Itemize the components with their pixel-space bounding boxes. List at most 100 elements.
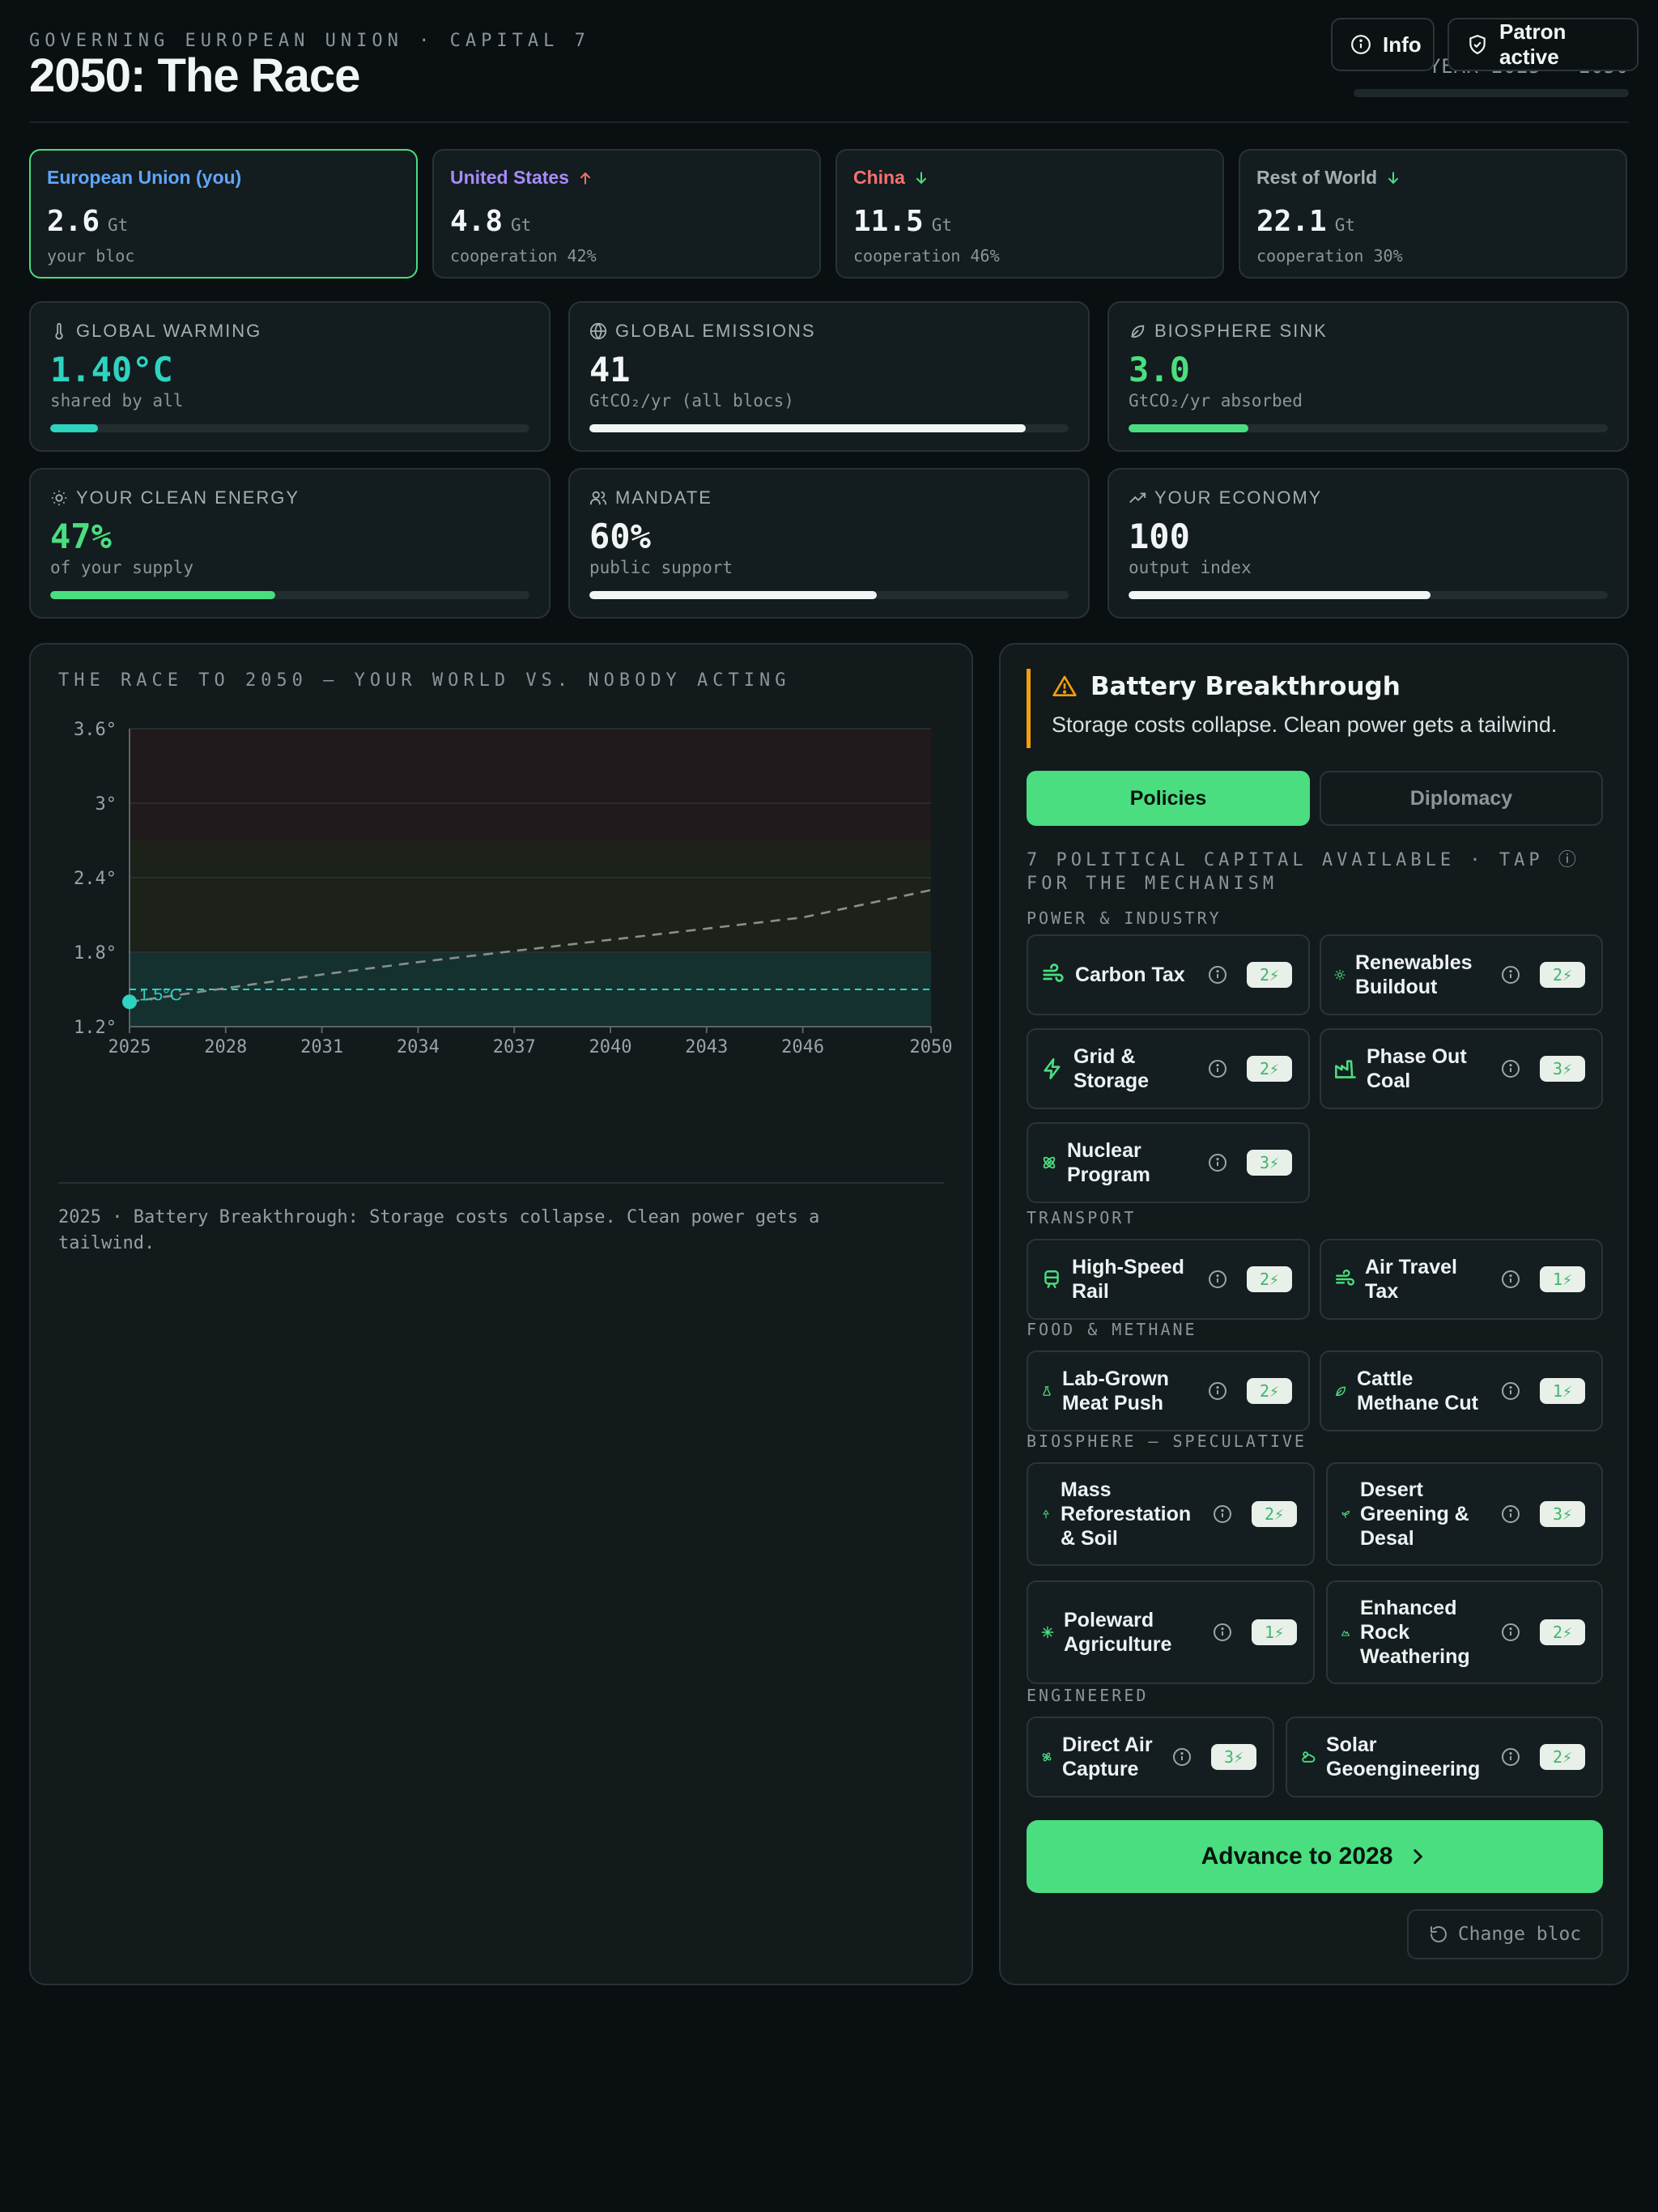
tab-diplomacy[interactable]: Diplomacy	[1320, 771, 1603, 826]
policy-cost-badge: 1⚡	[1540, 1266, 1585, 1292]
stat-caption: of your supply	[50, 558, 194, 577]
stat-progress-fill	[1129, 591, 1431, 599]
policy-cost-badge: 2⚡	[1252, 1501, 1297, 1527]
change-bloc-label: Change bloc	[1457, 1924, 1582, 1945]
policy-card-renewables[interactable]: Renewables Buildout 2⚡	[1320, 934, 1603, 1015]
stat-progress-fill	[589, 591, 878, 599]
bloc-card-us[interactable]: United States 4.8 Gt cooperation 42%	[432, 149, 821, 279]
section-transport: TRANSPORT	[1027, 1208, 1137, 1227]
policy-name: Solar Geoengineering	[1326, 1733, 1481, 1780]
info-icon[interactable]	[1208, 1381, 1227, 1401]
info-icon[interactable]	[1501, 965, 1520, 985]
policy-name: Carbon Tax	[1075, 963, 1185, 986]
train-icon	[1041, 1269, 1062, 1290]
policy-panel: Battery Breakthrough Storage costs colla…	[999, 643, 1629, 1985]
policy-card-dac[interactable]: Direct Air Capture 3⚡	[1027, 1716, 1274, 1797]
policy-card-grid[interactable]: Grid & Storage 2⚡	[1027, 1028, 1310, 1109]
y-tick-label: 3.6°	[74, 720, 117, 740]
info-icon[interactable]	[1501, 1059, 1520, 1078]
policy-cost-badge: 2⚡	[1247, 1056, 1292, 1082]
thermometer-icon	[50, 322, 68, 340]
policy-cost-badge: 3⚡	[1247, 1150, 1292, 1176]
stat-label: MANDATE	[615, 487, 712, 508]
policy-cost-badge: 2⚡	[1540, 1619, 1585, 1645]
info-icon[interactable]	[1172, 1747, 1192, 1767]
tab-policies[interactable]: Policies	[1027, 771, 1310, 826]
chevron-right-icon	[1407, 1846, 1428, 1867]
cloud-sun-icon	[1300, 1749, 1316, 1765]
stat-value: 41	[589, 350, 631, 389]
policy-cost-badge: 1⚡	[1252, 1619, 1297, 1645]
header-divider	[29, 121, 1629, 123]
policy-cost-badge: 2⚡	[1540, 1744, 1585, 1770]
factory-icon	[1334, 1057, 1357, 1080]
stat-biosphere-sink: BIOSPHERE SINK 3.0 GtCO₂/yr absorbed	[1107, 301, 1629, 452]
info-button[interactable]: Info	[1331, 18, 1435, 71]
advance-button[interactable]: Advance to 2028	[1027, 1820, 1603, 1893]
current-temperature-marker	[122, 994, 137, 1010]
info-icon[interactable]	[1501, 1747, 1520, 1767]
policy-card-poleward[interactable]: Poleward Agriculture 1⚡	[1027, 1580, 1315, 1684]
threshold-label: 1.5°C	[139, 985, 182, 1004]
stat-progress-fill	[589, 424, 1026, 432]
info-icon[interactable]	[1213, 1623, 1232, 1642]
info-icon[interactable]	[1213, 1504, 1232, 1524]
info-icon[interactable]	[1208, 965, 1227, 985]
capital-note: 7 POLITICAL CAPITAL AVAILABLE · TAP ⓘ FO…	[1027, 850, 1580, 894]
stat-progress-bar	[1129, 424, 1608, 432]
info-icon[interactable]	[1501, 1270, 1520, 1289]
x-tick-label: 2037	[493, 1037, 536, 1057]
policy-card-rock[interactable]: Enhanced Rock Weathering 2⚡	[1326, 1580, 1603, 1684]
policy-name: Lab-Grown Meat Push	[1062, 1368, 1169, 1414]
policy-card-nuclear[interactable]: Nuclear Program 3⚡	[1027, 1122, 1310, 1203]
stat-label: GLOBAL WARMING	[76, 321, 262, 341]
info-icon[interactable]	[1208, 1153, 1227, 1172]
bloc-sub: cooperation 42%	[450, 246, 597, 266]
info-icon[interactable]	[1501, 1381, 1520, 1401]
y-tick-label: 3°	[96, 794, 117, 815]
x-tick-label: 2050	[910, 1037, 953, 1057]
policy-card-coal[interactable]: Phase Out Coal 3⚡	[1320, 1028, 1603, 1109]
bloc-emissions: 22.1 Gt	[1256, 205, 1355, 238]
atom-icon	[1041, 1155, 1057, 1171]
policy-card-reforest[interactable]: Mass Reforestation & Soil 2⚡	[1027, 1462, 1315, 1566]
bloc-emissions: 11.5 Gt	[853, 205, 952, 238]
stat-progress-fill	[50, 591, 276, 599]
policy-cost-badge: 3⚡	[1540, 1501, 1585, 1527]
policy-card-rail[interactable]: High-Speed Rail 2⚡	[1027, 1239, 1310, 1320]
stat-caption: shared by all	[50, 391, 184, 410]
bolt-icon	[1041, 1057, 1064, 1080]
policy-cost-badge: 2⚡	[1247, 962, 1292, 988]
bloc-card-rest-of-world[interactable]: Rest of World 22.1 Gt cooperation 30%	[1239, 149, 1627, 279]
change-bloc-button[interactable]: Change bloc	[1407, 1909, 1603, 1959]
section-biosphere: BIOSPHERE — SPECULATIVE	[1027, 1431, 1307, 1451]
policy-card-desert[interactable]: Desert Greening & Desal 3⚡	[1326, 1462, 1603, 1566]
arrow-down-icon	[1385, 170, 1401, 186]
tree-icon	[1041, 1509, 1051, 1519]
info-icon[interactable]	[1501, 1504, 1520, 1524]
policy-card-carbon-tax[interactable]: Carbon Tax 2⚡	[1027, 934, 1310, 1015]
carbon-tax-icon	[1041, 963, 1065, 987]
stat-value: 3.0	[1129, 350, 1190, 389]
bloc-card-china[interactable]: China 11.5 Gt cooperation 46%	[835, 149, 1224, 279]
info-icon[interactable]	[1208, 1270, 1227, 1289]
policy-name: Phase Out Coal	[1367, 1045, 1467, 1092]
section-engineered: ENGINEERED	[1027, 1686, 1149, 1705]
policy-card-solar-geo[interactable]: Solar Geoengineering 2⚡	[1286, 1716, 1603, 1797]
policy-card-air[interactable]: Air Travel Tax 1⚡	[1320, 1239, 1603, 1320]
info-icon[interactable]	[1208, 1059, 1227, 1078]
stat-caption: GtCO₂/yr absorbed	[1129, 391, 1303, 410]
event-description: Storage costs collapse. Clean power gets…	[1052, 713, 1558, 737]
policy-card-cattle[interactable]: Cattle Methane Cut 1⚡	[1320, 1351, 1603, 1431]
patron-button[interactable]: Patron active	[1448, 18, 1639, 71]
stat-mandate: MANDATE 60% public support	[568, 468, 1090, 619]
stat-label: YOUR ECONOMY	[1154, 487, 1323, 508]
x-tick-label: 2043	[685, 1037, 728, 1057]
bloc-card-eu[interactable]: European Union (you) 2.6 Gt your bloc	[29, 149, 418, 279]
policy-card-meat[interactable]: Lab-Grown Meat Push 2⚡	[1027, 1351, 1310, 1431]
stat-value: 47%	[50, 517, 112, 556]
stat-clean-energy: YOUR CLEAN ENERGY 47% of your supply	[29, 468, 551, 619]
info-icon[interactable]	[1501, 1623, 1520, 1642]
policy-name: Grid & Storage	[1073, 1045, 1150, 1092]
y-tick-label: 1.2°	[74, 1018, 117, 1038]
